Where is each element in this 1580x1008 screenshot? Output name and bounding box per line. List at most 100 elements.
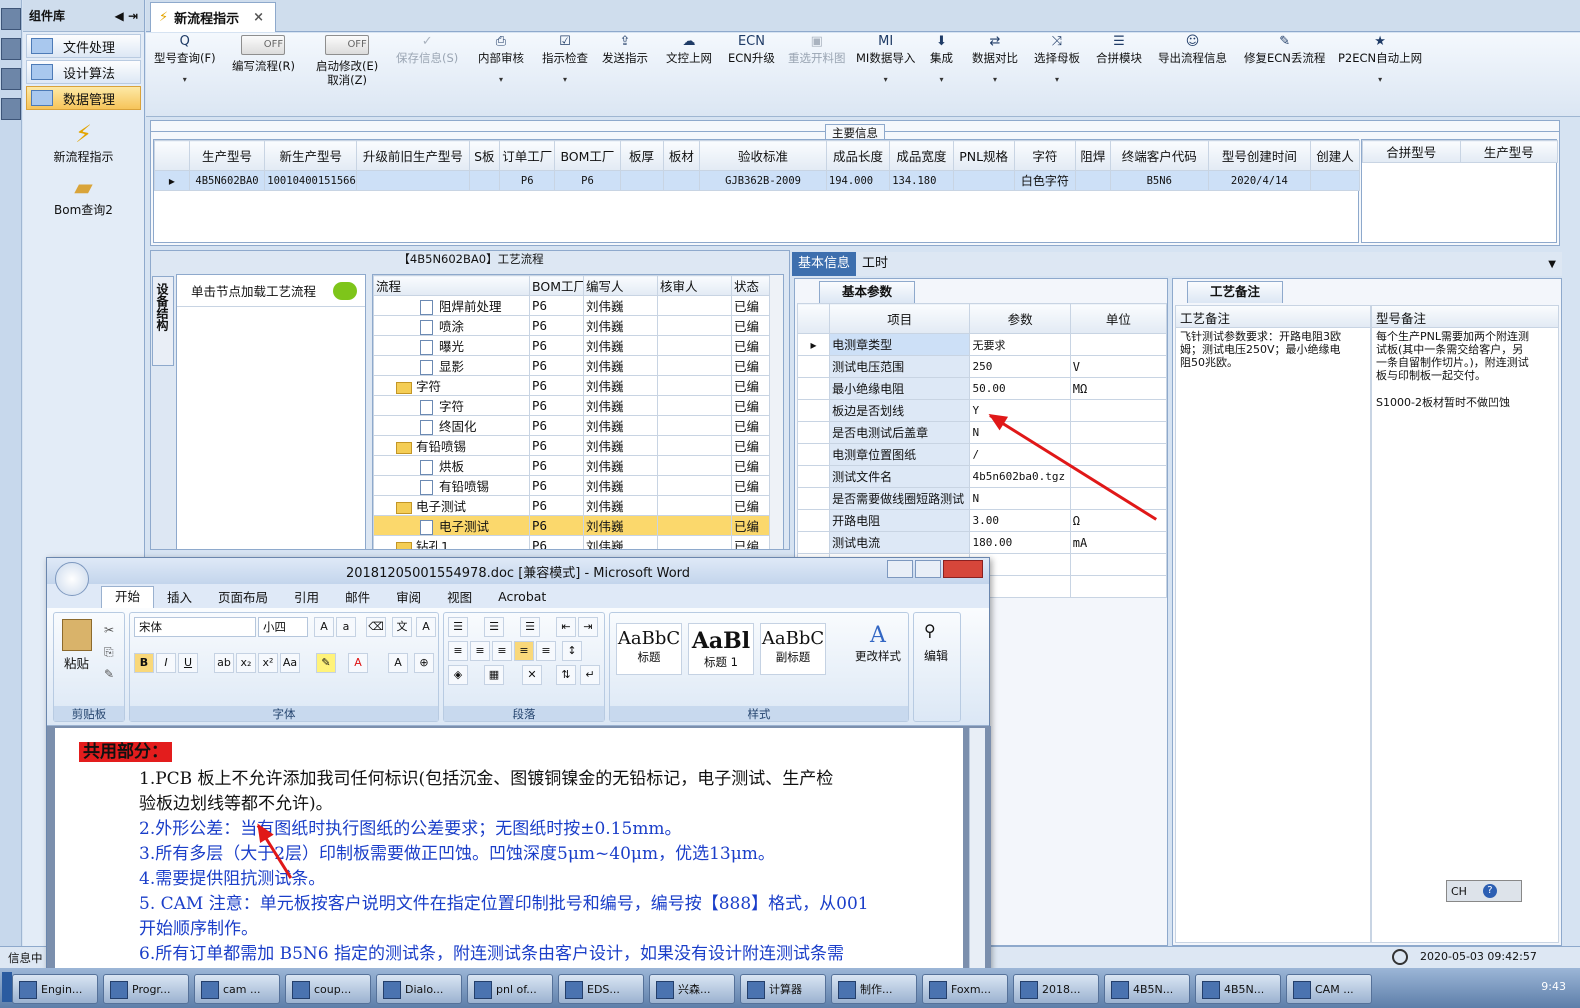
tree-row[interactable]: 字符 P6 刘伟巍 已编 (373, 395, 783, 416)
sort-icon[interactable]: ⇅ (556, 665, 576, 685)
tab-basic-info[interactable]: 基本信息 (792, 252, 857, 276)
param-value[interactable]: 250 (969, 355, 1071, 378)
tree-scrollbar[interactable] (769, 275, 783, 549)
column-header[interactable]: 参数 (969, 303, 1071, 334)
ribbon-tab-2[interactable]: 页面布局 (205, 587, 281, 606)
tab-new-process[interactable]: ⚡ 新流程指示 × (150, 2, 276, 32)
tree-node[interactable]: 终固化 (373, 415, 530, 436)
justify-icon[interactable]: ≡ (514, 641, 534, 661)
param-value[interactable]: 4b5n602ba0.tgz (969, 465, 1071, 488)
tree-node[interactable]: 曝光 (373, 335, 530, 356)
model-remark-text[interactable]: 每个生产PNL需要加两个附连测试板(其中一条需交给客户，另一条自留制作切片。)，… (1372, 328, 1538, 384)
column-header[interactable]: 生产型号 (1459, 140, 1558, 163)
tree-row[interactable]: 有铅喷锡 P6 刘伟巍 已编 (373, 435, 783, 456)
tree-row[interactable]: 钻孔1 P6 刘伟巍 已编 (373, 535, 783, 549)
tree-node[interactable]: 喷涂 (373, 315, 530, 336)
column-header[interactable]: 验收标准 (699, 140, 827, 171)
tree-node[interactable]: 电子测试 (373, 515, 530, 536)
tree-row[interactable]: 喷涂 P6 刘伟巍 已编 (373, 315, 783, 336)
toolbar-button-10[interactable]: MI MI数据导入 ▾ (856, 35, 915, 87)
border-char-icon[interactable]: A (416, 617, 436, 637)
toolbar-button-0[interactable]: Q 型号查询(F) ▾ (154, 35, 216, 87)
underline-icon[interactable]: U (178, 653, 198, 673)
style-preset[interactable]: AaBbC 标题 (616, 623, 682, 675)
tree-node[interactable]: 有铅喷锡 (373, 435, 530, 456)
start-button[interactable] (2, 972, 12, 1002)
tree-node[interactable]: 烘板 (373, 455, 530, 476)
sidebar-shortcut-1[interactable]: ▰ Bom查询2 (23, 173, 144, 218)
toolbar-button-14[interactable]: ☰ 合拼模块 (1096, 35, 1142, 66)
tree-node[interactable]: 钻孔1 (373, 535, 530, 549)
column-header[interactable]: PNL规格 (952, 140, 1015, 171)
font-size-select[interactable]: 小四 (258, 617, 308, 637)
column-header[interactable]: 升级前旧生产型号 (356, 140, 470, 171)
taskbar-item[interactable]: Engin... (12, 974, 98, 1004)
toolbar-button-15[interactable]: ☺ 导出流程信息 (1158, 35, 1227, 66)
column-header[interactable]: 板材 (662, 140, 701, 171)
column-header[interactable]: 型号创建时间 (1207, 140, 1311, 171)
toolbar-button-4[interactable]: ⎙ 内部审核 ▾ (478, 35, 524, 87)
table-cell[interactable]: 2020/4/14 (1207, 170, 1311, 191)
align-left-icon[interactable]: ≡ (448, 641, 468, 661)
tree-node[interactable]: 显影 (373, 355, 530, 376)
dropdown-arrow-icon[interactable]: ▾ (1034, 73, 1080, 87)
taskbar-item[interactable]: 制作... (831, 974, 917, 1004)
param-row[interactable]: 测试电流 180.00 mA (796, 531, 1168, 554)
edit-label[interactable]: 编辑 (924, 647, 948, 664)
column-header[interactable]: 阻焊 (1075, 140, 1111, 171)
tab-work-hours[interactable]: 工时 (856, 252, 894, 276)
table-cell[interactable]: 4B5N602BA0 (188, 170, 266, 191)
shading-icon[interactable]: ◈ (448, 665, 468, 685)
superscript-icon[interactable]: x² (258, 653, 278, 673)
tab-process-remarks[interactable]: 工艺备注 (1187, 281, 1284, 303)
param-value[interactable]: 无要求 (969, 333, 1071, 356)
speech-bubble-icon[interactable] (333, 281, 357, 300)
ribbon-tab-7[interactable]: Acrobat (485, 589, 559, 604)
tree-row[interactable]: 字符 P6 刘伟巍 已编 (373, 375, 783, 396)
document-page[interactable]: 共用部分： 1.PCB 板上不允许添加我司任何标识(包括沉金、图镀铜镍金的无铅标… (55, 728, 963, 978)
style-preset[interactable]: AaBl 标题 1 (688, 623, 754, 675)
tree-row[interactable]: 烘板 P6 刘伟巍 已编 (373, 455, 783, 476)
param-row[interactable]: 是否电测试后盖章 N (796, 421, 1168, 444)
table-cell[interactable]: 194.000 (825, 170, 891, 191)
bullets-icon[interactable]: ☰ (448, 617, 468, 637)
table-cell[interactable] (619, 170, 664, 191)
param-row[interactable]: 最小绝缘电阻 50.00 MΩ (796, 377, 1168, 400)
param-row[interactable]: ▸ 电测章类型 无要求 (796, 333, 1168, 356)
toolbar-button-1[interactable]: OFF 编写流程(R) (232, 35, 295, 73)
toolbar-button-11[interactable]: ⬇ 集成 ▾ (930, 35, 953, 87)
office-button-icon[interactable] (55, 562, 89, 596)
table-cell[interactable]: 10010400151566 (264, 170, 358, 191)
table-cell[interactable]: 134.180 (889, 170, 954, 191)
bold-icon[interactable]: B (134, 653, 154, 673)
char-shading-icon[interactable]: A (388, 653, 408, 673)
document-scrollbar[interactable] (969, 728, 985, 976)
binoculars-icon[interactable]: ⚲ (924, 621, 936, 640)
tree-row[interactable]: 阻焊前处理 P6 刘伟巍 已编 (373, 295, 783, 316)
toolbar-button-8[interactable]: ECN ECN升级 (728, 35, 775, 66)
process-remark-text[interactable]: 飞针测试参数要求：开路电阻3欧姆；测试电压250V；最小绝缘电阻50兆欧。 (1176, 328, 1346, 371)
help-icon[interactable]: ? (1482, 884, 1497, 898)
panel-menu-icon[interactable]: ▼ (1548, 259, 1556, 270)
paste-label[interactable]: 粘贴 (64, 653, 89, 672)
column-header[interactable]: 生产型号 (188, 140, 266, 171)
column-header[interactable]: 成品长度 (825, 140, 891, 171)
table-cell[interactable] (468, 170, 501, 191)
language-bar[interactable]: CH ? (1446, 880, 1522, 902)
taskbar-item[interactable]: coup... (285, 974, 371, 1004)
dropdown-arrow-icon[interactable]: ▾ (542, 73, 588, 87)
dropdown-arrow-icon[interactable]: ▾ (154, 73, 216, 87)
multilevel-icon[interactable]: ☰ (520, 617, 540, 637)
decrease-indent-icon[interactable]: ⇤ (556, 617, 576, 637)
param-value[interactable]: 180.00 (969, 531, 1071, 554)
dropdown-arrow-icon[interactable]: ▾ (972, 73, 1018, 87)
font-name-select[interactable]: 宋体 (134, 617, 256, 637)
highlight-icon[interactable]: ✎ (316, 653, 336, 673)
collapse-icon[interactable]: ◀ ⇥ (115, 9, 138, 23)
ribbon-tab-1[interactable]: 插入 (154, 587, 205, 606)
toolbar-button-3[interactable]: ✓ 保存信息(S) (396, 35, 458, 66)
tree-row[interactable]: 显影 P6 刘伟巍 已编 (373, 355, 783, 376)
sidebar-item-1[interactable]: 设计算法 (26, 60, 141, 84)
change-case-icon[interactable]: Aa (280, 653, 300, 673)
column-header[interactable]: 合拼型号 (1362, 140, 1461, 163)
